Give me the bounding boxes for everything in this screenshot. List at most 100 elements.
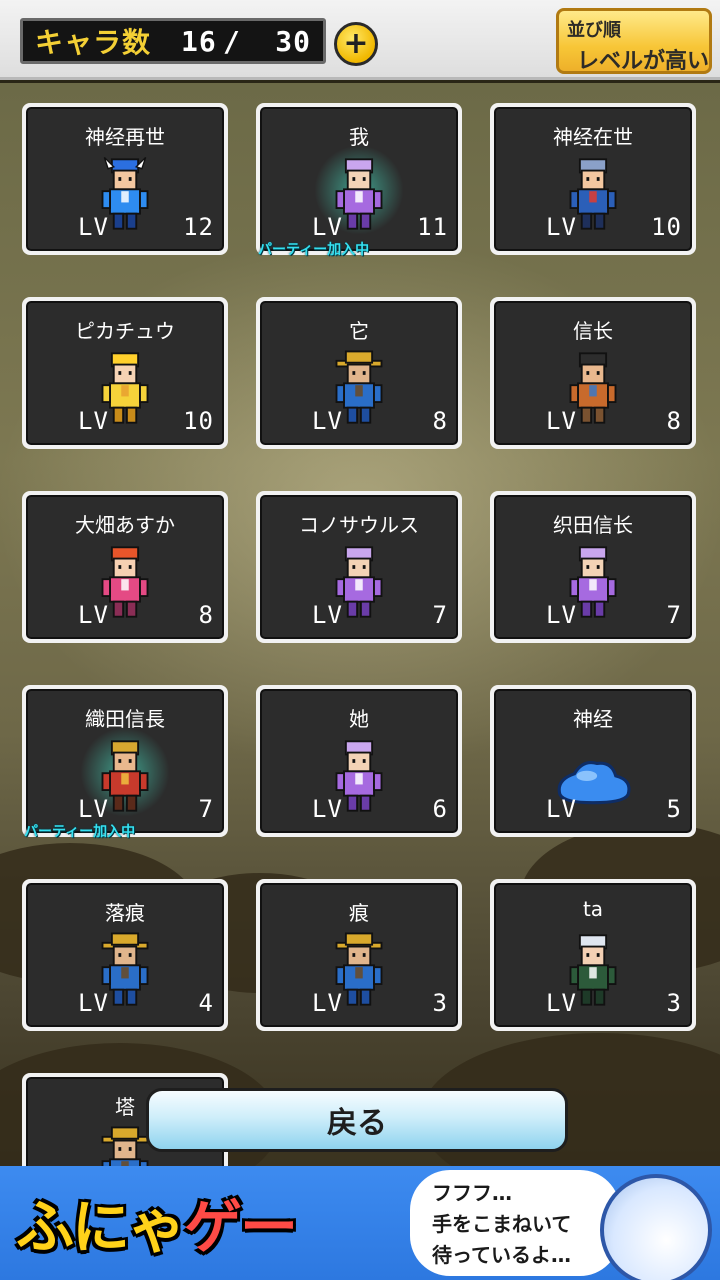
character-level: LV 6 bbox=[312, 795, 448, 823]
character-card[interactable]: 她 LV 6 bbox=[256, 685, 462, 837]
character-level: LV 3 bbox=[546, 989, 682, 1017]
character-name: 神经在世 bbox=[553, 125, 633, 149]
party-member-tag: パーティー加入中 bbox=[24, 824, 136, 840]
character-card-frame: 痕 LV 3 bbox=[260, 883, 458, 1027]
character-name: 大畑あすか bbox=[75, 513, 175, 537]
character-name: 神经 bbox=[573, 707, 613, 731]
level-value: 8 bbox=[198, 601, 214, 629]
character-card-frame: 她 LV 6 bbox=[260, 689, 458, 833]
expand-capacity-button[interactable]: + bbox=[334, 22, 378, 66]
character-name: 痕 bbox=[349, 901, 369, 925]
character-name: コノサウルス bbox=[299, 513, 419, 537]
ghost-mascot-icon bbox=[600, 1174, 712, 1280]
level-label: LV bbox=[312, 989, 343, 1017]
back-button-label: 戻る bbox=[327, 1106, 387, 1141]
level-label: LV bbox=[312, 407, 343, 435]
character-name: 神经再世 bbox=[85, 125, 165, 149]
ad-banner[interactable]: ふにゃゲー フフフ… 手をこまねいて 待っているよ… bbox=[0, 1166, 720, 1280]
level-value: 11 bbox=[417, 213, 448, 241]
character-card[interactable]: 神经 LV 5 bbox=[490, 685, 696, 837]
level-value: 7 bbox=[198, 795, 214, 823]
character-card[interactable]: 它 LV 8 bbox=[256, 297, 462, 449]
character-count-max: 30 bbox=[275, 24, 311, 58]
character-card[interactable]: 織田信長 LV 7 パーティー加入中 bbox=[22, 685, 228, 840]
character-level: LV 8 bbox=[78, 601, 214, 629]
character-level: LV 5 bbox=[546, 795, 682, 823]
character-card-frame: 织田信长 LV 7 bbox=[494, 495, 692, 639]
character-level: LV 8 bbox=[312, 407, 448, 435]
character-card-frame: コノサウルス LV 7 bbox=[260, 495, 458, 639]
character-card-frame: ta LV 3 bbox=[494, 883, 692, 1027]
character-name: 織田信長 bbox=[85, 707, 165, 731]
character-card[interactable]: 痕 LV 3 bbox=[256, 879, 462, 1031]
character-level: LV 10 bbox=[546, 213, 682, 241]
level-value: 3 bbox=[666, 989, 682, 1017]
level-label: LV bbox=[78, 989, 109, 1017]
character-level: LV 7 bbox=[78, 795, 214, 823]
character-card[interactable]: 我 LV 11 パーティー加入中 bbox=[256, 103, 462, 258]
sort-order-value: レベルが高い bbox=[577, 49, 710, 74]
character-count-box: キャラ数 16 / 30 bbox=[20, 18, 326, 64]
sort-order-button[interactable]: 並び順 レベルが高い bbox=[556, 8, 712, 74]
character-card-frame: 神经再世 LV 12 bbox=[26, 107, 224, 251]
back-button[interactable]: 戻る bbox=[146, 1088, 568, 1152]
level-value: 12 bbox=[183, 213, 214, 241]
level-value: 10 bbox=[183, 407, 214, 435]
character-list-area[interactable]: 神经再世 LV 12 我 LV 11 パーティー加入中 神经在世 LV 10 ピ… bbox=[0, 83, 720, 1166]
level-value: 6 bbox=[432, 795, 448, 823]
character-level: LV 10 bbox=[78, 407, 214, 435]
plus-icon: + bbox=[343, 26, 369, 61]
level-label: LV bbox=[546, 795, 577, 823]
level-label: LV bbox=[78, 795, 109, 823]
character-count-label: キャラ数 bbox=[35, 26, 152, 59]
character-card-frame: 信长 LV 8 bbox=[494, 301, 692, 445]
character-name: 信长 bbox=[573, 319, 613, 343]
level-value: 10 bbox=[651, 213, 682, 241]
character-name: ピカチュウ bbox=[75, 319, 175, 343]
ad-text-line1: フフフ… bbox=[432, 1181, 512, 1205]
level-label: LV bbox=[78, 407, 109, 435]
character-card[interactable]: コノサウルス LV 7 bbox=[256, 491, 462, 643]
level-label: LV bbox=[546, 213, 577, 241]
ad-text-line2: 手をこまねいて bbox=[432, 1212, 572, 1236]
character-level: LV 8 bbox=[546, 407, 682, 435]
level-label: LV bbox=[546, 407, 577, 435]
character-name: 落痕 bbox=[105, 901, 145, 925]
character-level: LV 7 bbox=[546, 601, 682, 629]
character-card[interactable]: ピカチュウ LV 10 bbox=[22, 297, 228, 449]
character-card[interactable]: 织田信长 LV 7 bbox=[490, 491, 696, 643]
character-card-frame: 大畑あすか LV 8 bbox=[26, 495, 224, 639]
character-level: LV 7 bbox=[312, 601, 448, 629]
character-name: 它 bbox=[349, 319, 369, 343]
header-bar: キャラ数 16 / 30 + 並び順 レベルが高い bbox=[0, 0, 720, 80]
ad-logo-part1: ふにゃ bbox=[16, 1193, 186, 1261]
level-value: 8 bbox=[432, 407, 448, 435]
character-name: 我 bbox=[349, 125, 369, 149]
level-value: 4 bbox=[198, 989, 214, 1017]
character-level: LV 11 bbox=[312, 213, 448, 241]
character-card[interactable]: ta LV 3 bbox=[490, 879, 696, 1031]
ad-text: フフフ… 手をこまねいて 待っているよ… bbox=[432, 1178, 571, 1271]
level-value: 5 bbox=[666, 795, 682, 823]
ad-logo-part2: ゲー bbox=[184, 1193, 298, 1261]
character-level: LV 4 bbox=[78, 989, 214, 1017]
character-card-frame: 我 LV 11 bbox=[260, 107, 458, 251]
level-label: LV bbox=[312, 213, 343, 241]
character-name: 织田信长 bbox=[553, 513, 633, 537]
character-count-current: 16 bbox=[181, 24, 217, 58]
level-label: LV bbox=[78, 601, 109, 629]
character-card-frame: 神经在世 LV 10 bbox=[494, 107, 692, 251]
character-card[interactable]: 神经再世 LV 12 bbox=[22, 103, 228, 255]
level-value: 3 bbox=[432, 989, 448, 1017]
character-card-frame: ピカチュウ LV 10 bbox=[26, 301, 224, 445]
character-card[interactable]: 大畑あすか LV 8 bbox=[22, 491, 228, 643]
character-name: 她 bbox=[349, 707, 369, 731]
level-label: LV bbox=[312, 795, 343, 823]
character-card[interactable]: 落痕 LV 4 bbox=[22, 879, 228, 1031]
character-card[interactable]: 神经在世 LV 10 bbox=[490, 103, 696, 255]
ad-text-line3: 待っているよ… bbox=[432, 1243, 571, 1267]
sort-order-label: 並び順 bbox=[567, 20, 621, 41]
character-card[interactable]: 信长 LV 8 bbox=[490, 297, 696, 449]
level-label: LV bbox=[546, 601, 577, 629]
level-value: 7 bbox=[666, 601, 682, 629]
